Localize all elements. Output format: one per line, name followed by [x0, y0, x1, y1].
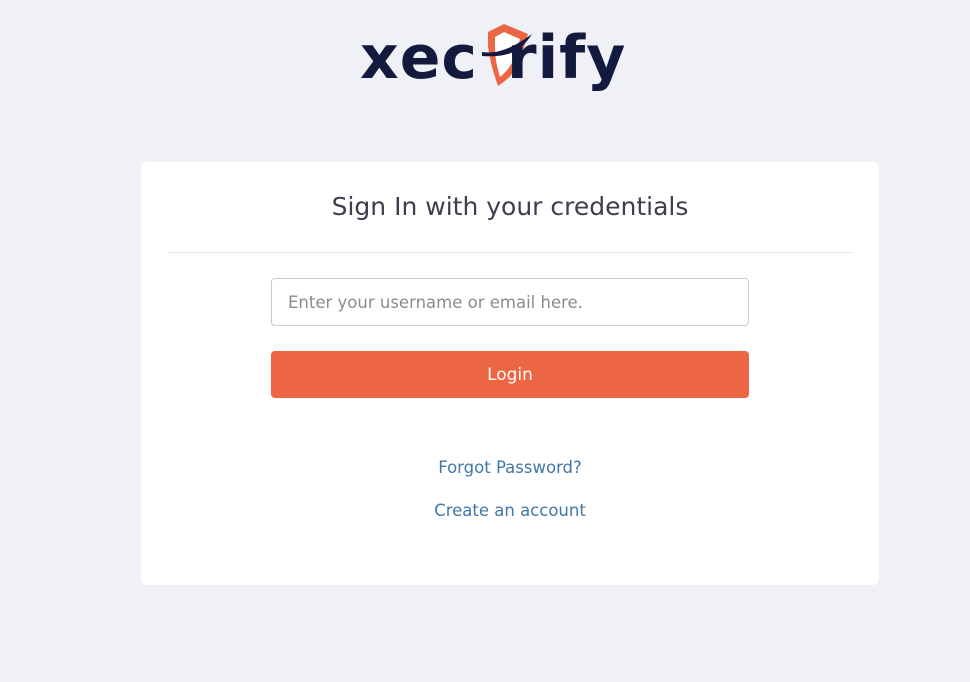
create-account-link[interactable]: Create an account: [141, 501, 879, 520]
login-card: Sign In with your credentials Login Forg…: [141, 162, 879, 585]
logo-text-end: rify: [507, 23, 627, 93]
card-title: Sign In with your credentials: [331, 192, 689, 221]
brand-logo: xec rify: [360, 18, 660, 98]
forgot-password-link[interactable]: Forgot Password?: [141, 458, 879, 477]
login-button[interactable]: Login: [271, 351, 749, 398]
logo-text-start: xec: [360, 23, 478, 93]
title-divider: [168, 252, 852, 253]
username-input[interactable]: [271, 278, 749, 326]
